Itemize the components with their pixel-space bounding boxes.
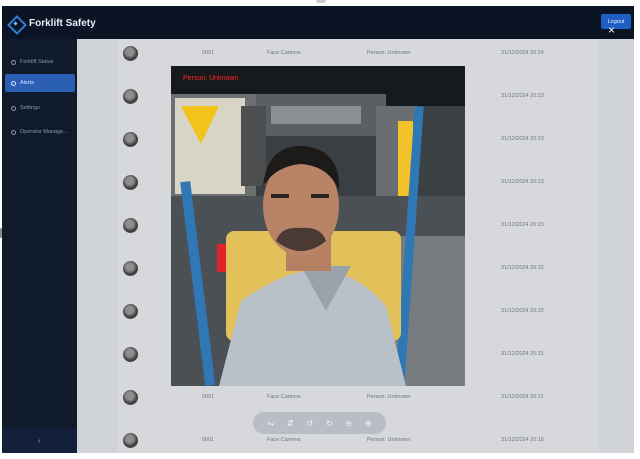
timestamp: 31/12/2024 20:23 [501,222,544,228]
sidebar: Forklift Status Alerts Settings Operator… [2,39,77,453]
timestamp: 31/12/2024 20:23 [501,179,544,185]
camera-type: Face Camera [267,394,301,400]
detection-label: Person: Unknown [183,75,239,82]
avatar [123,389,138,405]
timestamp: 31/12/2024 20:18 [501,437,544,443]
screen: Forklift Safety Logout Forklift Status A… [0,0,640,459]
sidebar-item-label: Settings [20,105,40,111]
chevron-left-icon: ‹ [38,436,41,445]
camera-snapshot [171,66,465,386]
image-preview[interactable]: Person: Unknown [171,66,465,386]
sidebar-item-operator-management[interactable]: Operator Manage... [5,123,75,141]
forklift-id: 0001 [202,50,215,56]
avatar [123,217,138,233]
timestamp: 31/12/2024 20:22 [501,265,544,271]
timestamp: 31/12/2024 20:23 [501,93,544,99]
zoom-out-icon[interactable]: ⊖ [343,419,355,428]
camera-notch [316,0,326,3]
status-icon [11,59,16,65]
table-row[interactable]: 0001 Face Camera Person: Unknown 31/12/2… [117,43,599,63]
sidebar-item-label: Forklift Status [20,59,54,65]
app-title: Forklift Safety [29,17,96,29]
sidebar-collapse-button[interactable]: ‹ [2,428,77,453]
logout-button[interactable]: Logout [601,14,631,29]
sidebar-item-settings[interactable]: Settings [5,99,75,117]
avatar [123,303,138,319]
brand[interactable]: Forklift Safety [8,13,96,33]
flip-vertical-icon[interactable]: ⇵ [284,419,296,428]
timestamp: 31/12/2024 20:21 [501,351,544,357]
alert-icon [11,80,16,86]
image-toolbar: ⇋ ⇵ ↺ ↻ ⊖ ⊕ [253,412,386,434]
sidebar-item-label: Operator Manage... [20,129,68,135]
rotate-right-icon[interactable]: ↻ [323,419,335,428]
forklift-id: 0001 [202,394,215,400]
sidebar-item-label: Alerts [20,80,35,86]
timestamp: 31/12/2024 20:22 [501,308,544,314]
timestamp: 31/12/2024 20:24 [501,50,544,56]
person-status: Person: Unknown [367,50,411,56]
avatar [123,131,138,147]
timestamp: 31/12/2024 20:21 [501,394,544,400]
timestamp: 31/12/2024 20:23 [501,136,544,142]
avatar [123,260,138,276]
user-icon [11,129,16,135]
flip-horizontal-icon[interactable]: ⇋ [265,419,277,428]
top-bar: Forklift Safety Logout [2,6,634,39]
rotate-left-icon[interactable]: ↺ [304,419,316,428]
avatar [123,45,138,61]
logo-icon [8,16,23,31]
camera-type: Face Camera [267,50,301,56]
avatar [123,174,138,190]
table-row[interactable]: 0001 Face Camera Person: Unknown 31/12/2… [117,387,599,407]
camera-type: Face Camera [267,437,301,443]
gear-icon [11,105,16,111]
forklift-id: 0001 [202,437,215,443]
sidebar-item-alerts[interactable]: Alerts [5,74,75,92]
person-status: Person: Unknown [367,394,411,400]
zoom-in-icon[interactable]: ⊕ [362,419,374,428]
person-status: Person: Unknown [367,437,411,443]
sidebar-item-forklift-status[interactable]: Forklift Status [5,53,75,71]
close-icon[interactable]: × [608,24,615,36]
avatar [123,432,138,448]
avatar [123,88,138,104]
avatar [123,346,138,362]
